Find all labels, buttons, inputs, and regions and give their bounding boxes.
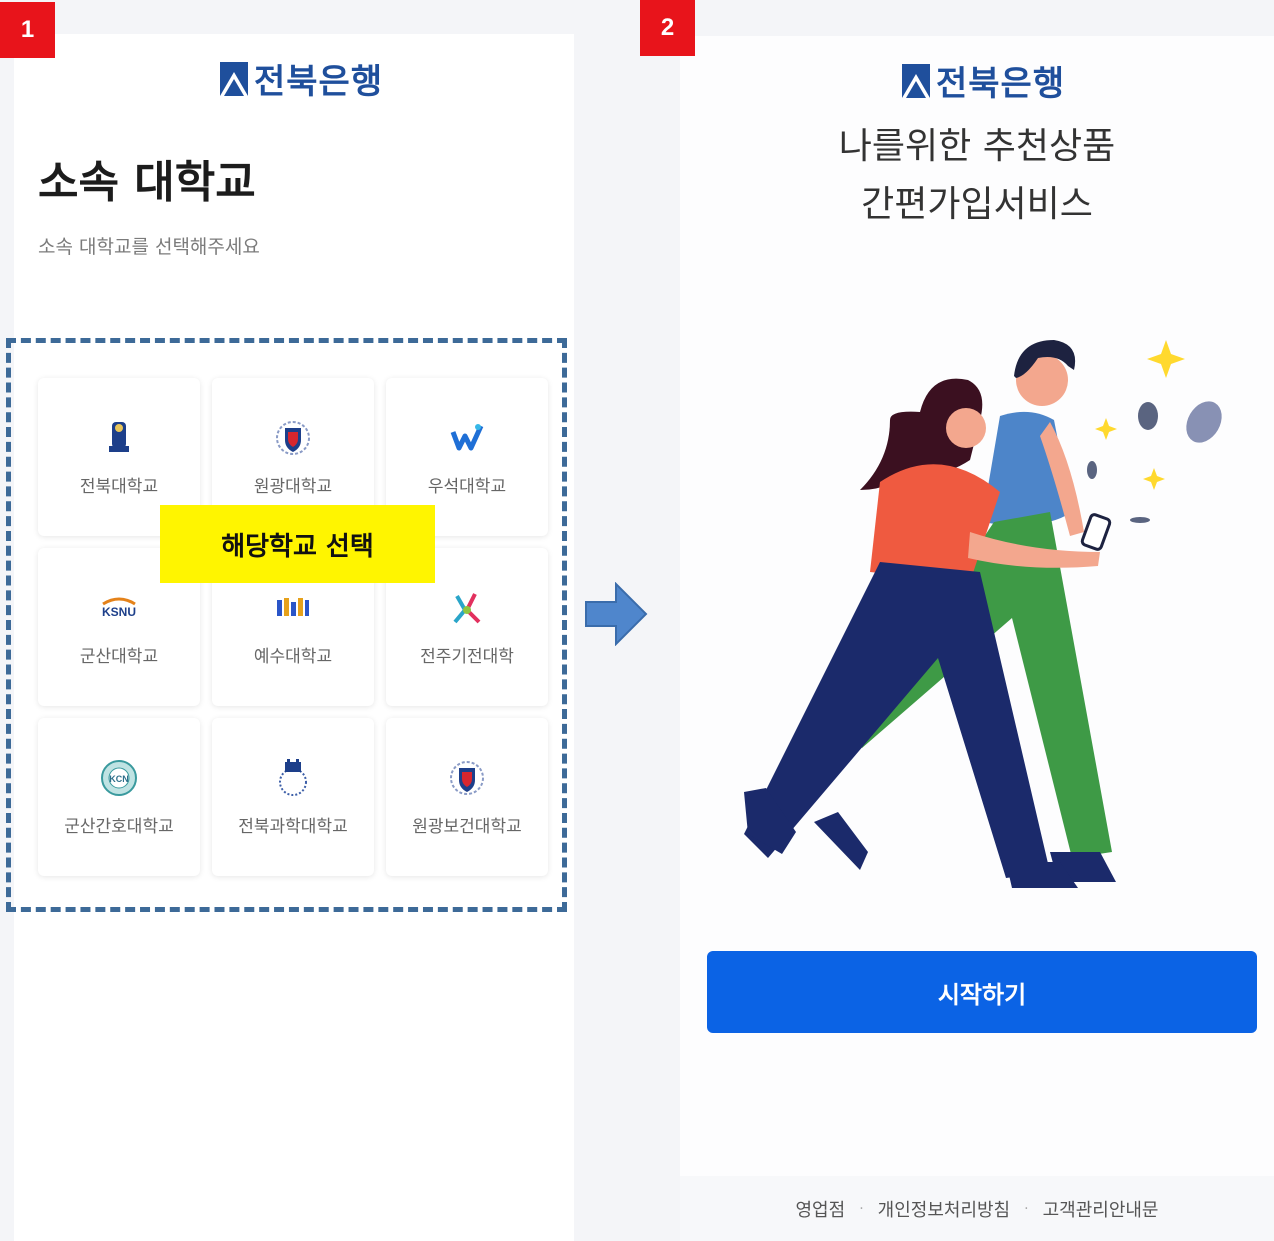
ksnu-logo-icon: KSNU [102,597,136,619]
wonkwang-logo-icon [276,420,310,455]
bank-logo: 전북은행 [220,54,383,103]
bank-logo-text: 전북은행 [936,64,1066,104]
footer-link-branch[interactable]: 영업점 [796,1196,846,1222]
woosuk-logo-icon [450,423,484,450]
page-title: 소속 대학교 [38,157,256,208]
footer-separator: · [1024,1200,1029,1217]
headline-line-2: 간편가입서비스 [861,184,1093,225]
bank-logo-right: 전북은행 [902,56,1065,105]
footer-link-privacy[interactable]: 개인정보처리방침 [878,1196,1010,1222]
walking-couple-illustration [744,340,1222,888]
jbsc-logo-icon [279,758,307,796]
university-name: 원광대학교 [253,476,333,497]
university-grid: 전북대학교 원광대학교 우석대학교 KSNU 군산대학교 예수대학교 전주기전대… [38,378,552,876]
footer-link-customer-notice[interactable]: 고객관리안내문 [1043,1196,1159,1222]
university-name: 군산대학교 [79,646,159,667]
select-school-callout: 해당학교 선택 [160,505,435,583]
university-name: 우석대학교 [427,476,507,497]
university-name: 전북과학대학교 [238,816,348,837]
kcn-logo-icon: KCN [101,759,137,796]
university-name: 전북대학교 [79,476,159,497]
right-arrow-icon [585,582,648,646]
footer-separator: · [859,1200,864,1217]
svg-text:KSNU: KSNU [102,605,136,619]
wkhc-logo-icon [450,760,484,795]
university-card-kcn[interactable]: KCN 군산간호대학교 [38,718,200,876]
university-card-wkhc[interactable]: 원광보건대학교 [386,718,548,876]
bank-logo-icon [220,61,248,96]
jesus-univ-logo-icon [277,597,309,616]
university-card-jbsc[interactable]: 전북과학대학교 [212,718,374,876]
page-subtitle: 소속 대학교를 선택해주세요 [38,236,260,258]
step-badge-2: 2 [640,0,695,56]
kijeon-logo-icon [453,592,481,623]
start-button[interactable]: 시작하기 [707,951,1257,1033]
step-badge-1: 1 [0,2,55,58]
footer: 영업점 · 개인정보처리방침 · 고객관리안내문 [680,1176,1274,1241]
university-name: 예수대학교 [253,646,333,667]
university-name: 전주기전대학 [420,646,514,667]
jbnu-logo-icon [109,421,129,452]
bank-logo-icon [902,63,930,98]
bank-logo-text: 전북은행 [254,62,384,102]
university-name: 원광보건대학교 [412,816,522,837]
headline-line-1: 나를위한 추천상품 [838,126,1116,167]
svg-text:KCN: KCN [109,774,129,784]
headline: 나를위한 추천상품 간편가입서비스 [680,118,1274,234]
university-name: 군산간호대학교 [64,816,174,837]
